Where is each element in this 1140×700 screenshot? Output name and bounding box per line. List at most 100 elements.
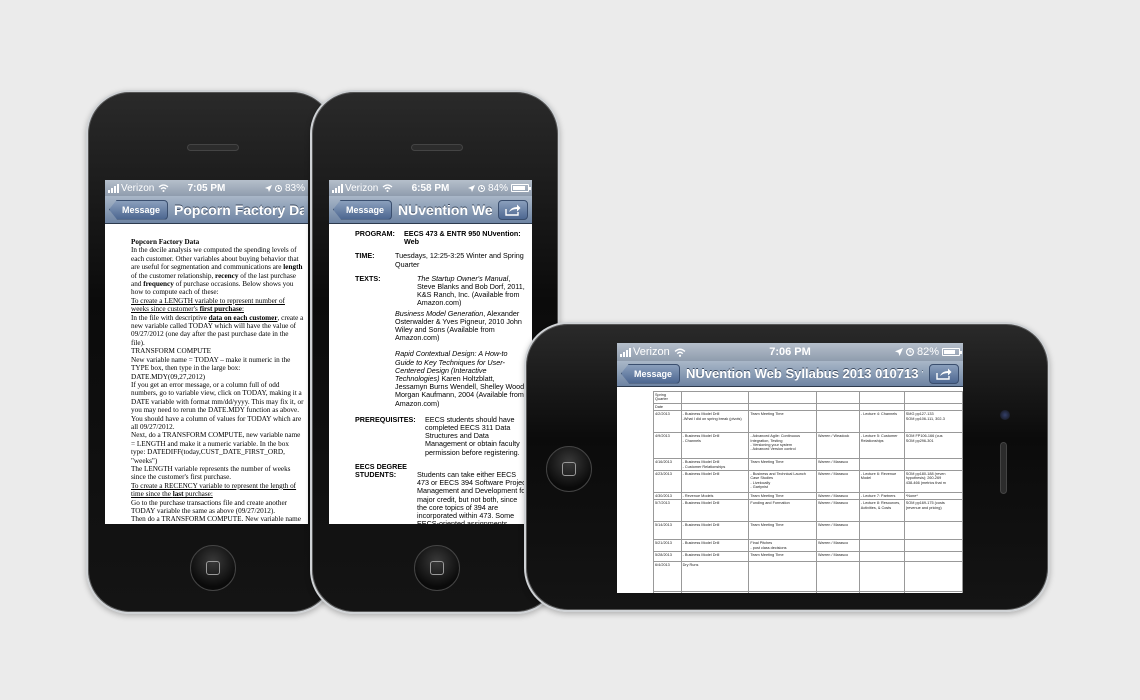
table-cell [858,458,905,472]
table-cell: 5/14/2013 [653,521,682,541]
table-cell: Warren / Weadock [816,432,860,460]
table-cell [816,591,860,593]
table-cell: 4/23/2013 [653,470,682,494]
table-row: 5/28/2013- Business Model Drill Team Meet… [653,551,963,563]
table-row: 4/23/2013- Business Model Drill - Busines… [653,470,963,494]
table-cell [748,591,818,593]
home-button-icon[interactable] [414,545,460,591]
table-cell: - Business Model Drill [680,539,750,553]
table-cell: - Revenue Models [680,492,750,501]
table-cell [858,402,905,412]
battery-icon [942,348,962,356]
table-row: 6/11/2013Final Presentations [653,591,963,593]
table-cell: Final Presentations [680,591,750,593]
table-cell: 4/9/2013 [653,432,682,460]
table-cell: - Lecture 6: Revenue Model [858,470,905,494]
document-title: NUvention Web Syllabus 2013 [398,201,492,218]
back-button[interactable]: Message [621,363,681,384]
doc-line: You should have a column of values for T… [131,414,302,431]
table-cell [748,402,818,412]
phone-syllabus-landscape: Verizon 7:06 PM 82% Message NUvention We… [524,322,1050,612]
table-row: Date [653,402,963,412]
status-bar: Verizon 6:58 PM 84% [329,180,532,196]
home-button-icon[interactable] [546,446,592,492]
table-cell: Team Meeting Time [748,492,818,501]
table-row: 4/16/2013- Business Model Drill - Custome… [653,458,963,472]
table-cell: - Lecture 8: Resources, Activities, & Co… [858,499,905,523]
doc-line: New variable name = TODAY – make it nume… [131,355,291,381]
share-button[interactable] [929,363,959,384]
schedule-table: Spring Quarter Date 4/2/2013- Business Mod… [653,391,963,593]
lock-icon [905,348,914,356]
share-icon [936,368,952,380]
table-row: 4/30/2013- Revenue Models Team Meeting Ti… [653,492,963,501]
battery-percent: 83% [284,182,305,194]
table-cell: Warren / Marasco [816,551,860,563]
table-cell: Dry Runs [680,561,750,593]
table-cell: SMG pp127-133 SOM pp106-111, 302-3 [903,410,963,434]
camera-icon [1000,410,1010,420]
table-cell: Team Meeting Time [748,521,818,541]
table-cell: SOM FP106-166 (cus SOM pp296-301 [903,432,963,460]
table-cell: *None* [903,492,963,501]
location-icon [467,184,475,192]
prereq-label: PREREQUISITES: [355,414,416,424]
table-cell [680,391,750,404]
table-cell: Warren / Marasco [816,470,860,494]
document-body: PROGRAM: EECS 473 & ENTR 950 NUvention: W… [329,224,532,524]
table-cell [816,402,860,412]
texts-label: TEXTS: [355,273,381,283]
degree-value: Students can take either EECS 473 or EEC… [417,470,528,524]
table-cell: - Lecture 7: Partners [858,492,905,501]
table-cell: 4/2/2013 [653,410,682,434]
table-cell: Warren / Marasco [816,492,860,501]
table-cell [858,391,905,404]
table-cell: Team Meeting Time [748,410,818,434]
table-cell [858,521,905,541]
table-cell: Warren / Marasco [816,458,860,472]
table-cell [816,391,860,404]
table-cell: Team Meeting Time [748,458,818,472]
time-value: Tuesdays, 12:25-3:25 Winter and Spring Q… [395,251,524,269]
doc-heading: Popcorn Factory Data [131,238,200,246]
table-cell: Warren / Marasco [816,521,860,541]
text-entry: Business Model Generation, Alexander Ost… [395,308,522,343]
navigation-bar: Message NUvention Web Syllabus 2013 0107… [617,361,963,387]
text-entry: Rapid Contextual Design: A How-to Guide … [395,349,527,408]
table-cell: - Lecture 4: Channels [858,410,905,434]
location-icon [894,348,903,356]
document-title: NUvention Web Syllabus 2013 010713 v2.do… [686,366,923,381]
table-cell [748,561,818,593]
prereq-value: EECS students should have completed EECS… [425,414,520,457]
phone-popcorn: Verizon 7:05 PM 83% Message Popcorn Fact… [86,90,336,614]
table-cell [903,539,963,553]
phone-nuvention: Verizon 6:58 PM 84% Message NUvention We… [310,90,560,614]
table-cell [903,561,963,593]
program-value: EECS 473 & ENTR 950 NUvention: Web [404,229,521,247]
table-cell [903,521,963,541]
doc-paragraph: In the file with descriptive data on eac… [131,313,304,347]
back-button[interactable]: Message [109,199,169,220]
lock-icon [274,184,282,192]
home-button-icon[interactable] [190,545,236,591]
doc-subheading: To create a LENGTH variable to represent… [131,296,285,314]
doc-subheading: To create a RECENCY variable to represen… [131,481,297,499]
table-cell: - Lecture 5: Customer Relationships [858,432,905,460]
table-cell: 5/7/2013 [653,499,682,523]
doc-line: Go to the purchase transactions file and… [131,498,288,515]
doc-line: The LENGTH variable represents the numbe… [131,464,291,482]
share-button[interactable] [498,199,528,220]
status-bar: Verizon 7:06 PM 82% [617,343,963,361]
battery-percent: 84% [487,182,508,194]
back-button[interactable]: Message [333,199,393,220]
table-cell: Date [653,402,682,412]
phone-screen: Verizon 7:05 PM 83% Message Popcorn Fact… [105,180,308,524]
doc-line: Next, do a TRANSFORM COMPUTE, new variab… [131,431,301,465]
table-cell: Team Meeting Time [748,551,818,563]
location-icon [264,184,272,192]
table-cell: 6/4/2013 [653,561,682,593]
table-cell: - Business Model Drill [680,470,750,494]
table-cell [816,410,860,434]
battery-percent: 82% [916,346,939,358]
table-cell: - Business Model Drill - Channels [680,432,750,460]
